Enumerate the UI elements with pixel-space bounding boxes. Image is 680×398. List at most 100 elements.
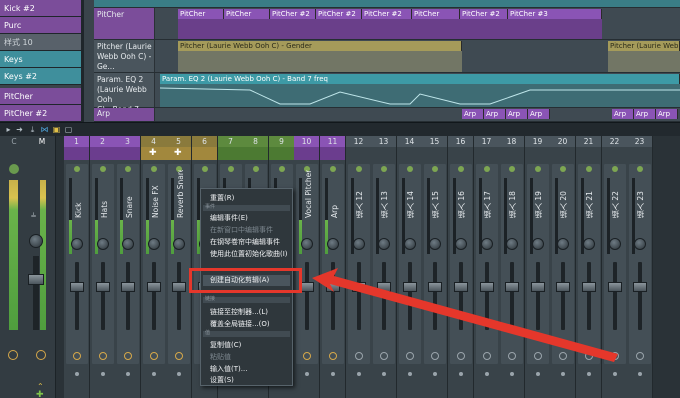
insert-send-dot[interactable] (331, 372, 335, 376)
insert-fx-ring[interactable] (175, 352, 183, 360)
clip-arp[interactable]: Arp (612, 109, 634, 119)
insert-volume-fader[interactable] (582, 282, 596, 292)
insert-volume-fader[interactable] (70, 282, 84, 292)
insert-send-dot[interactable] (357, 372, 361, 376)
clip-pitcher-2[interactable]: PitCher #2 (316, 9, 362, 19)
insert-pan-knob[interactable] (532, 238, 544, 250)
insert-pan-knob[interactable] (404, 238, 416, 250)
insert-strip-21[interactable]: 21 插入 21 (576, 136, 602, 398)
insert-strip-13[interactable]: 13 插入 13 (371, 136, 397, 398)
menu-copy-value[interactable]: 复制值(C) (210, 340, 241, 351)
insert-strip-15[interactable]: 15 插入 15 (422, 136, 448, 398)
insert-volume-fader[interactable] (172, 282, 186, 292)
insert-strip-18[interactable]: 18 插入 18 (499, 136, 525, 398)
insert-strip-16[interactable]: 16 插入 16 (448, 136, 474, 398)
clip-pitcher[interactable]: PitCher (178, 9, 224, 19)
track-header-keys[interactable]: Keys (0, 51, 81, 68)
clip-pitcher-2[interactable]: PitCher #2 (270, 9, 316, 19)
menu-settings[interactable]: 设置(S) (210, 375, 234, 386)
insert-pan-knob[interactable] (353, 238, 365, 250)
insert-send-dot[interactable] (126, 372, 130, 376)
insert-volume-fader[interactable] (633, 282, 647, 292)
insert-send-dot[interactable] (177, 372, 181, 376)
insert-pan-knob[interactable] (609, 238, 621, 250)
insert-fx-ring[interactable] (534, 352, 542, 360)
track-header-pitcher[interactable]: PitCher (0, 88, 81, 105)
lane-gender-header[interactable]: Pitcher (Laurie Webb Ooh C) - Ge... (94, 40, 155, 72)
lane-eq-automation[interactable]: Param. EQ 2 (Laurie Webb Ooh C) - Band 7… (94, 73, 680, 122)
track-header-pitcher-2[interactable]: PitCher #2 (0, 105, 81, 122)
clip-arp[interactable]: Arp (528, 109, 550, 119)
clip-pitcher[interactable]: PitCher (224, 9, 270, 19)
track-header-pattern-10[interactable]: 样式 10 (0, 34, 81, 51)
insert-volume-fader[interactable] (454, 282, 468, 292)
clip-gender-automation[interactable]: Pitcher (Laurie Webb Ooh C) - Gender (608, 41, 680, 51)
insert-pan-knob[interactable] (481, 238, 493, 250)
insert-fx-ring[interactable] (124, 352, 132, 360)
menu-link-to-controller[interactable]: 链接至控制器...(L) (210, 307, 268, 318)
insert-fx-ring[interactable] (150, 352, 158, 360)
insert-strip-20[interactable]: 20 插入 20 (550, 136, 576, 398)
insert-fx-ring[interactable] (355, 352, 363, 360)
master-strip[interactable]: C M ⫨ ⌃ ✚ (0, 136, 56, 398)
insert-fx-ring[interactable] (99, 352, 107, 360)
insert-pan-knob[interactable] (583, 238, 595, 250)
insert-strip-11[interactable]: 11 Arp (320, 136, 346, 398)
insert-fx-ring[interactable] (636, 352, 644, 360)
insert-volume-fader[interactable] (300, 282, 314, 292)
insert-volume-fader[interactable] (480, 282, 494, 292)
insert-strip-2[interactable]: 2 Hats (90, 136, 116, 398)
insert-send-dot[interactable] (587, 372, 591, 376)
panel-icon[interactable]: ▢ (64, 125, 73, 134)
insert-fx-ring[interactable] (73, 352, 81, 360)
insert-volume-fader[interactable] (96, 282, 110, 292)
insert-send-dot[interactable] (561, 372, 565, 376)
master-led[interactable] (9, 164, 19, 174)
insert-fx-ring[interactable] (611, 352, 619, 360)
insert-route-icon[interactable]: ✚ (149, 148, 157, 158)
insert-pan-knob[interactable] (506, 238, 518, 250)
track-header-purc[interactable]: Purc (0, 17, 81, 34)
master-fader[interactable] (28, 274, 44, 285)
menu-override-global-link[interactable]: 覆盖全局链接...(O) (210, 319, 270, 330)
multilink-icon[interactable]: ⋈ (40, 125, 49, 134)
insert-send-dot[interactable] (485, 372, 489, 376)
master-pan-knob[interactable] (29, 234, 43, 248)
lane-eq-header[interactable]: Param. EQ 2 (Laurie Webb Ooh C) - Band 7… (94, 73, 155, 122)
insert-fx-ring[interactable] (483, 352, 491, 360)
insert-fx-ring[interactable] (585, 352, 593, 360)
master-fx-ring-left[interactable] (8, 350, 18, 360)
insert-volume-fader[interactable] (505, 282, 519, 292)
insert-send-dot[interactable] (408, 372, 412, 376)
insert-send-dot[interactable] (382, 372, 386, 376)
insert-strip-22[interactable]: 22 插入 22 (602, 136, 628, 398)
insert-send-dot[interactable] (305, 372, 309, 376)
clip-gender-automation[interactable]: Pitcher (Laurie Webb Ooh C) - Gender (178, 41, 462, 51)
insert-send-dot[interactable] (101, 372, 105, 376)
clip-pitcher[interactable]: PitCher (412, 9, 460, 19)
insert-fx-ring[interactable] (457, 352, 465, 360)
lane-arp-header[interactable]: Arp (94, 108, 155, 121)
insert-volume-fader[interactable] (147, 282, 161, 292)
menu-init-song-here[interactable]: 使用此位置初始化歌曲(I) (210, 249, 288, 260)
insert-fx-ring[interactable] (508, 352, 516, 360)
insert-volume-fader[interactable] (556, 282, 570, 292)
lane-gender-automation[interactable]: Pitcher (Laurie Webb Ooh C) - Ge... Pitc… (94, 40, 680, 73)
insert-strip-4[interactable]: 4 ✚ Noise FX (141, 136, 167, 398)
play-arrow-icon[interactable]: ▸ (4, 125, 13, 134)
view-layout-icon[interactable]: ▣ (52, 125, 61, 134)
lane-pitcher[interactable]: PitCher PitCher PitCher PitCher #2 PitCh… (94, 8, 680, 40)
insert-pan-knob[interactable] (148, 238, 160, 250)
lane-pitcher-header[interactable]: PitCher (94, 8, 155, 39)
insert-strip-12[interactable]: 12 插入 12 (346, 136, 372, 398)
track-header-kick-2[interactable]: Kick #2 (0, 0, 81, 17)
insert-route-icon[interactable]: ✚ (174, 148, 182, 158)
insert-volume-fader[interactable] (608, 282, 622, 292)
insert-send-dot[interactable] (536, 372, 540, 376)
insert-fx-ring[interactable] (380, 352, 388, 360)
clip-eq-automation[interactable]: Param. EQ 2 (Laurie Webb Ooh C) - Band 7… (160, 74, 680, 84)
menu-edit-events[interactable]: 编辑事件(E) (210, 213, 248, 224)
clip-pitcher-2[interactable]: PitCher #2 (362, 9, 412, 19)
clip-arp[interactable]: Arp (484, 109, 506, 119)
menu-edit-events-new-window[interactable]: 在新窗口中编辑事件 (210, 225, 273, 236)
